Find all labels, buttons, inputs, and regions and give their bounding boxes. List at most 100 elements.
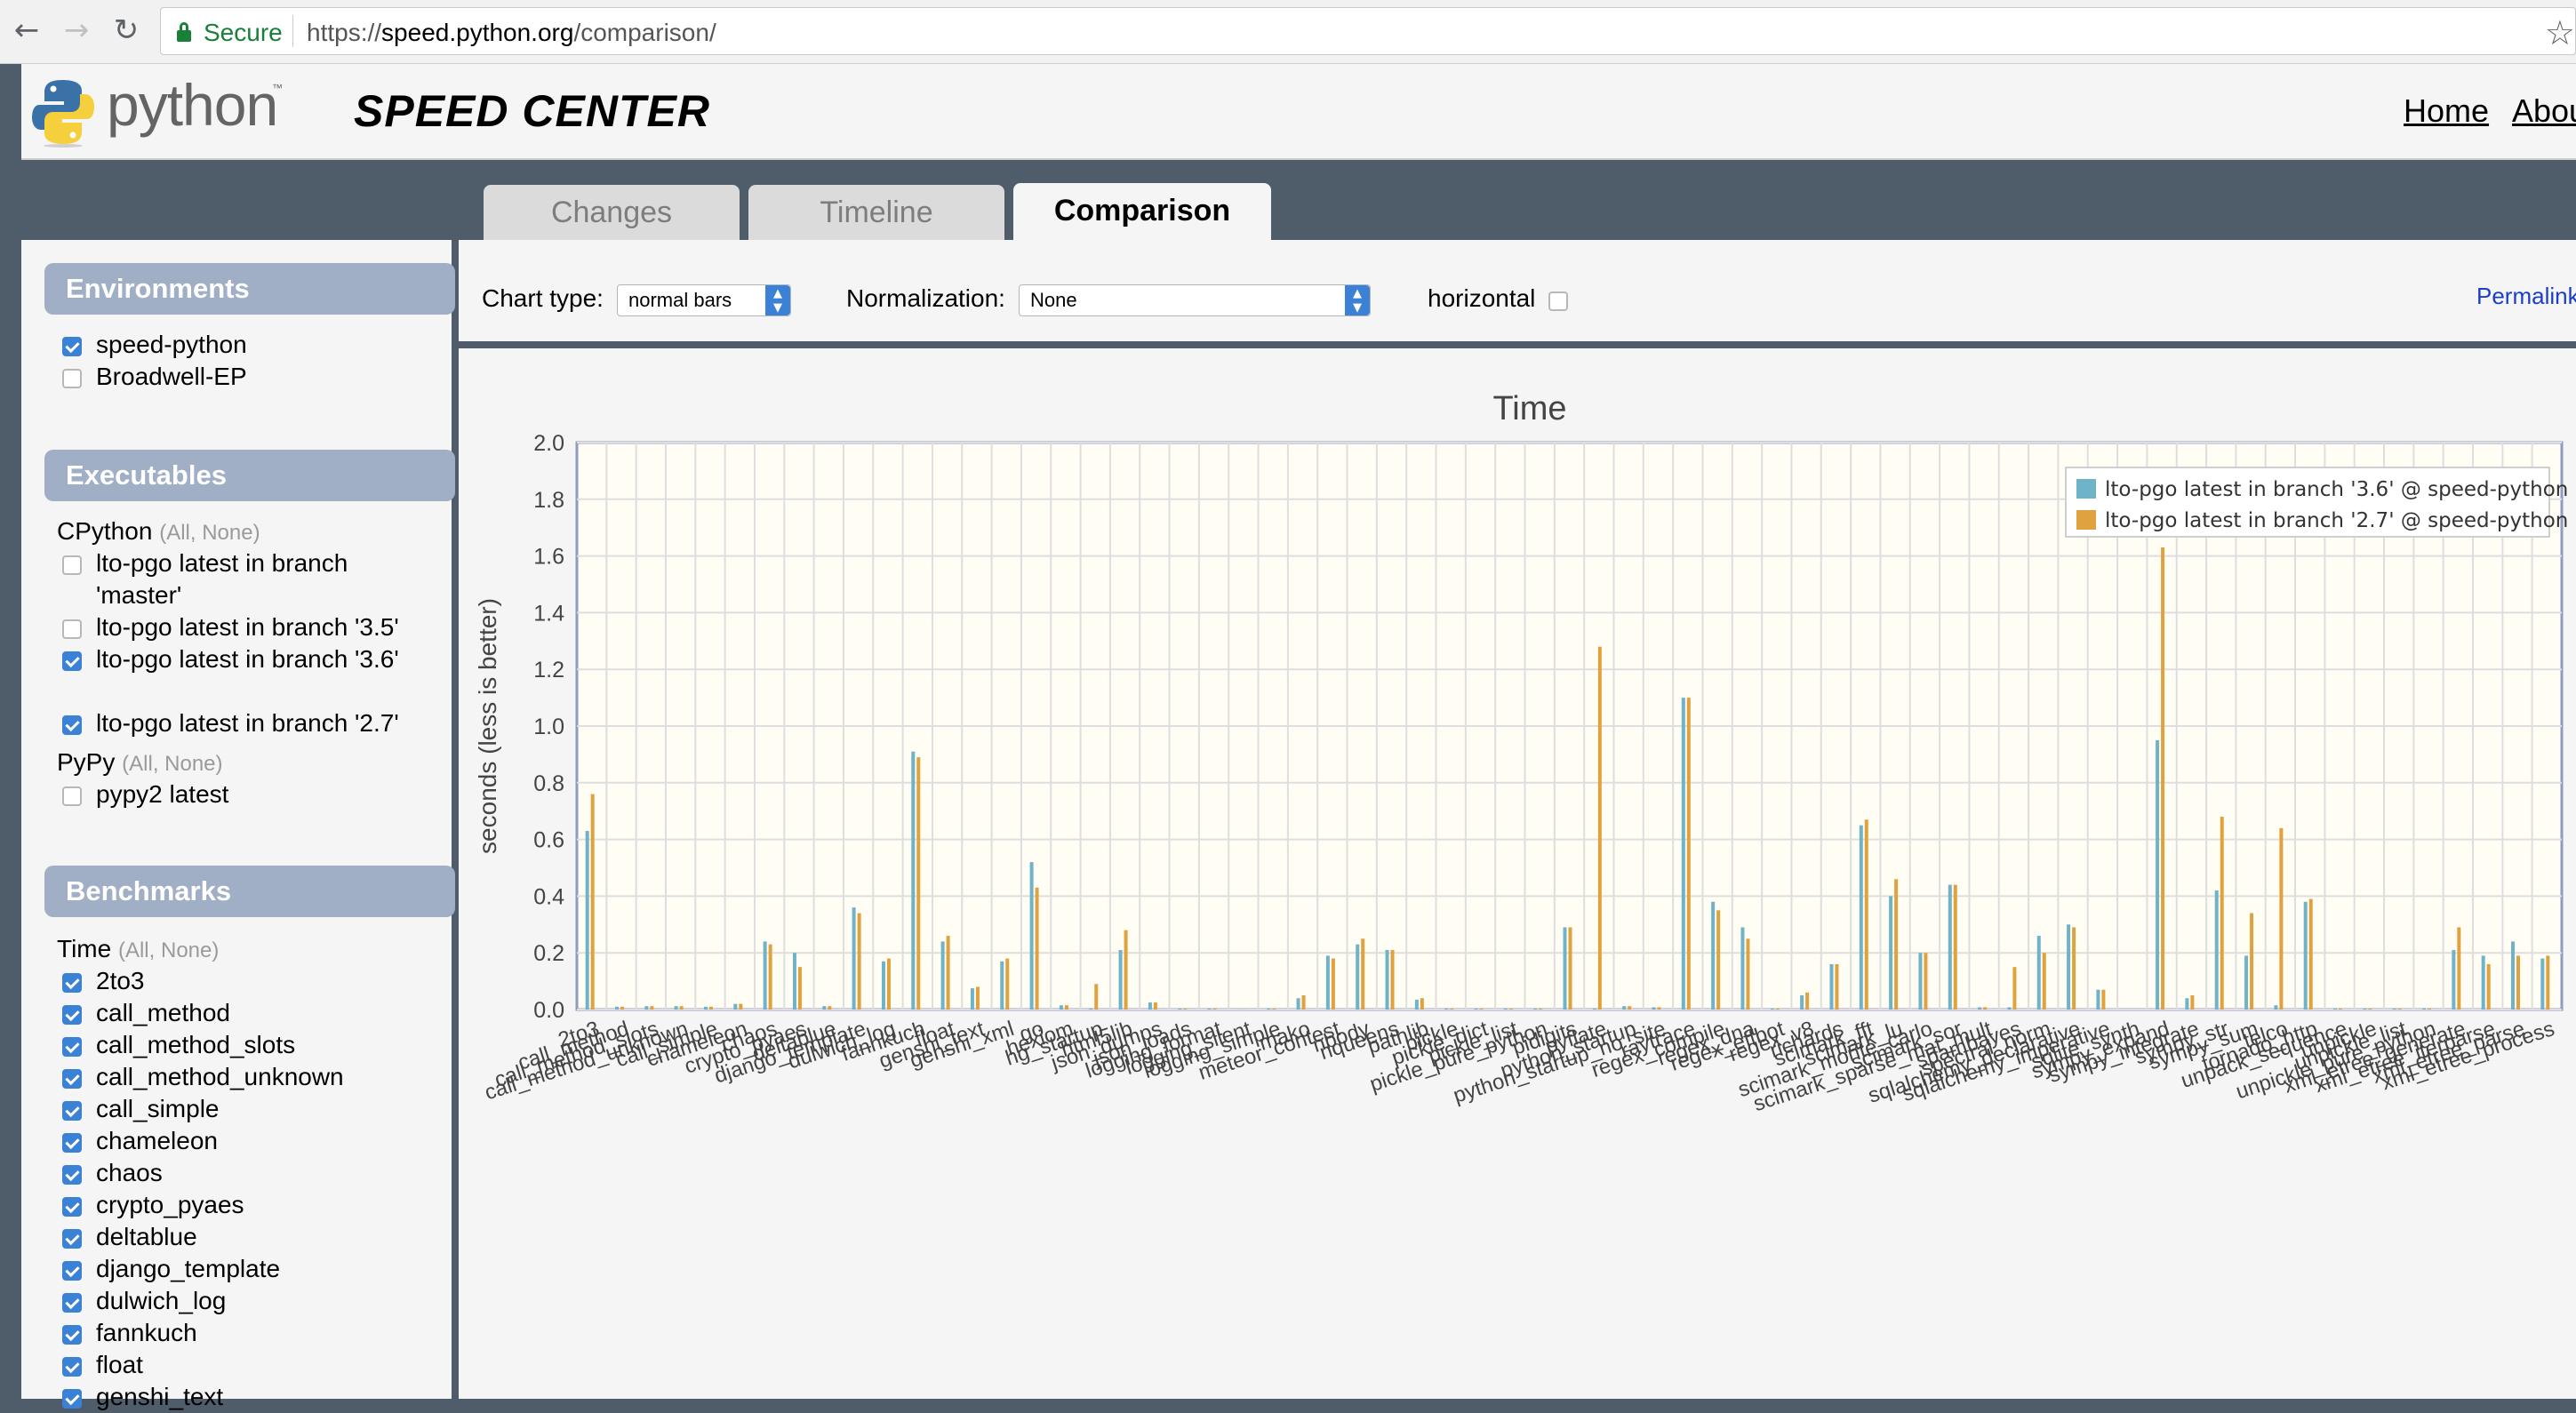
logo-trademark: ™ [272, 82, 283, 94]
exe-3-6[interactable]: lto-pgo latest in branch '3.6' [62, 643, 444, 707]
nav-home-link[interactable]: Home [2404, 92, 2489, 130]
checkbox[interactable] [62, 337, 82, 356]
executables-header[interactable]: Executables [44, 450, 455, 501]
bar-2-7 [1598, 647, 1602, 1010]
bar-2-7 [1509, 1009, 1513, 1010]
bar-3-6 [1444, 1009, 1448, 1010]
normalization-select[interactable]: None ▲▼ [1019, 284, 1371, 316]
url-host: speed.python.org [381, 19, 573, 46]
checkbox[interactable] [62, 1325, 82, 1345]
select-arrows-icon: ▲▼ [1345, 285, 1370, 315]
permalink-link[interactable]: Permalink [2476, 283, 2576, 310]
checkbox[interactable] [62, 1389, 82, 1409]
normalization-label: Normalization: [846, 284, 1005, 313]
chart-type-select[interactable]: normal bars ▲▼ [617, 284, 791, 316]
bar-2-7 [2428, 1009, 2431, 1010]
select-none-link[interactable]: None [161, 938, 212, 962]
bar-3-6 [2511, 941, 2515, 1010]
bar-2-7 [2220, 817, 2224, 1010]
bar-3-6 [2274, 1005, 2277, 1010]
lock-icon [177, 22, 191, 42]
select-all-link[interactable]: All [125, 938, 149, 962]
bar-2-7 [680, 1006, 684, 1010]
exe-master[interactable]: lto-pgo latest in branch 'master' [62, 547, 444, 611]
plot-panel: 0.00.20.40.60.81.01.21.41.61.82.0 2to3ca… [459, 348, 2576, 1399]
bar-2-7 [1480, 1009, 1484, 1010]
bar-2-7 [1332, 959, 1335, 1010]
python-logo-icon[interactable] [32, 76, 94, 148]
checkbox[interactable] [62, 1165, 82, 1185]
benchmark-label: chameleon [96, 1125, 218, 1157]
group-name: Time [57, 935, 111, 962]
y-tick-label: 1.0 [533, 714, 564, 739]
chart-type-label: Chart type: [482, 284, 604, 313]
bar-2-7 [1569, 927, 1572, 1010]
checkbox[interactable] [62, 1101, 82, 1121]
sidebar: Environments speed-python Broadwell-EP E… [21, 240, 452, 1399]
bar-2-7 [2339, 1009, 2342, 1010]
bar-3-6 [1060, 1005, 1063, 1010]
bar-3-6 [1771, 1009, 1774, 1010]
checkbox[interactable] [62, 369, 82, 388]
url-text[interactable]: https://speed.python.org/comparison/ [307, 19, 716, 47]
bar-3-6 [1000, 962, 1004, 1010]
bar-2-7 [1213, 1009, 1217, 1010]
bar-2-7 [1036, 888, 1039, 1010]
y-tick-label: 0.6 [533, 828, 564, 853]
checkbox[interactable] [62, 619, 82, 639]
horizontal-label: horizontal [1428, 284, 1535, 313]
bar-3-6 [1148, 1002, 1152, 1010]
checkbox[interactable] [62, 1037, 82, 1057]
benchmark-label: django_template [96, 1253, 280, 1285]
checkbox[interactable] [62, 1133, 82, 1153]
checkbox[interactable] [62, 973, 82, 993]
checkbox[interactable] [62, 1293, 82, 1313]
bar-3-6 [2333, 1009, 2337, 1010]
select-none-link[interactable]: None [202, 521, 252, 545]
bar-3-6 [1829, 964, 1833, 1010]
checkbox[interactable] [62, 555, 82, 575]
tab-changes[interactable]: Changes [484, 185, 740, 240]
tab-comparison[interactable]: Comparison [1013, 183, 1271, 240]
checkbox[interactable] [62, 786, 82, 806]
bar-3-6 [2215, 890, 2219, 1010]
bar-3-6 [586, 831, 589, 1010]
bar-2-7 [1302, 995, 1306, 1010]
checkbox[interactable] [62, 651, 82, 671]
checkbox[interactable] [62, 1229, 82, 1249]
checkbox[interactable] [62, 1005, 82, 1025]
tab-timeline[interactable]: Timeline [748, 185, 1004, 240]
horizontal-checkbox[interactable] [1548, 291, 1568, 311]
bar-3-6 [644, 1006, 648, 1010]
bar-3-6 [852, 907, 856, 1010]
group-name: PyPy [57, 748, 115, 776]
select-all-link[interactable]: All [129, 752, 153, 776]
select-none-link[interactable]: None [164, 752, 215, 776]
reload-icon[interactable]: ↻ [108, 12, 144, 48]
bookmark-star-icon[interactable]: ☆ [2545, 13, 2575, 52]
bar-3-6 [2304, 902, 2308, 1010]
bar-2-7 [947, 936, 950, 1010]
checkbox[interactable] [62, 1069, 82, 1089]
checkbox[interactable] [62, 1261, 82, 1281]
bar-2-7 [2072, 927, 2076, 1010]
checkbox[interactable] [62, 1197, 82, 1217]
chart-controls: Chart type: normal bars ▲▼ Normalization… [459, 240, 2576, 341]
address-bar[interactable]: Secure https://speed.python.org/comparis… [160, 7, 2576, 55]
bar-2-7 [1065, 1005, 1068, 1010]
back-icon[interactable]: ← [9, 12, 44, 48]
benchmark-label: genshi_text [96, 1381, 223, 1413]
bar-3-6 [1682, 698, 1685, 1010]
bar-3-6 [615, 1007, 619, 1010]
benchmark-label: chaos [96, 1157, 163, 1189]
nav-about-link[interactable]: Abou [2512, 92, 2576, 130]
bar-2-7 [739, 1004, 742, 1010]
cpython-group-label: CPython (All, None) [57, 515, 260, 549]
checkbox[interactable] [62, 1357, 82, 1377]
select-all-link[interactable]: All [166, 521, 190, 545]
forward-icon[interactable]: → [59, 12, 94, 48]
bar-2-7 [1183, 1009, 1187, 1010]
benchmarks-header[interactable]: Benchmarks [44, 866, 455, 917]
checkbox[interactable] [62, 715, 82, 735]
environments-header[interactable]: Environments [44, 263, 455, 315]
